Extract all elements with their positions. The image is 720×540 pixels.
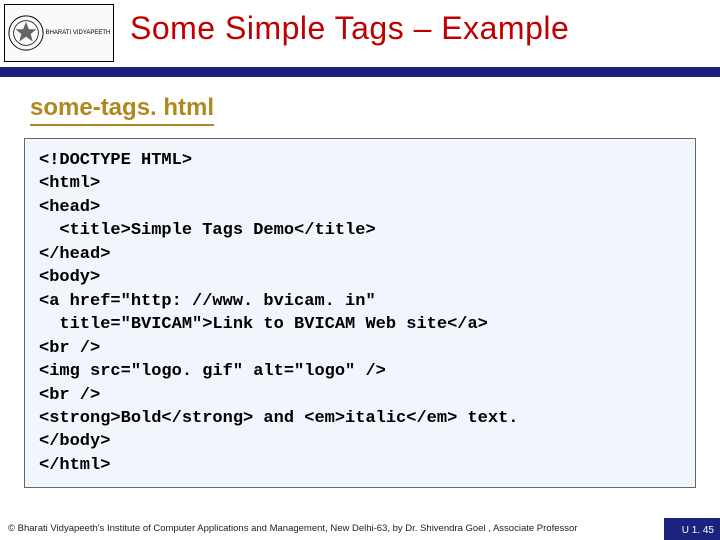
logo-text: BHARATI VIDYAPEETH — [45, 30, 111, 37]
institution-logo: BHARATI VIDYAPEETH — [4, 4, 114, 62]
filename-subtitle: some-tags. html — [30, 94, 214, 126]
slide-title: Some Simple Tags – Example — [130, 10, 569, 47]
copyright-text: © Bharati Vidyapeeth's Institute of Comp… — [8, 523, 577, 534]
page-number: U 1. 45 — [682, 525, 714, 536]
code-example: <!DOCTYPE HTML> <html> <head> <title>Sim… — [24, 138, 696, 488]
slide-header: BHARATI VIDYAPEETH Some Simple Tags – Ex… — [0, 0, 720, 72]
seal-icon — [7, 14, 45, 52]
slide-footer: © Bharati Vidyapeeth's Institute of Comp… — [0, 512, 720, 540]
